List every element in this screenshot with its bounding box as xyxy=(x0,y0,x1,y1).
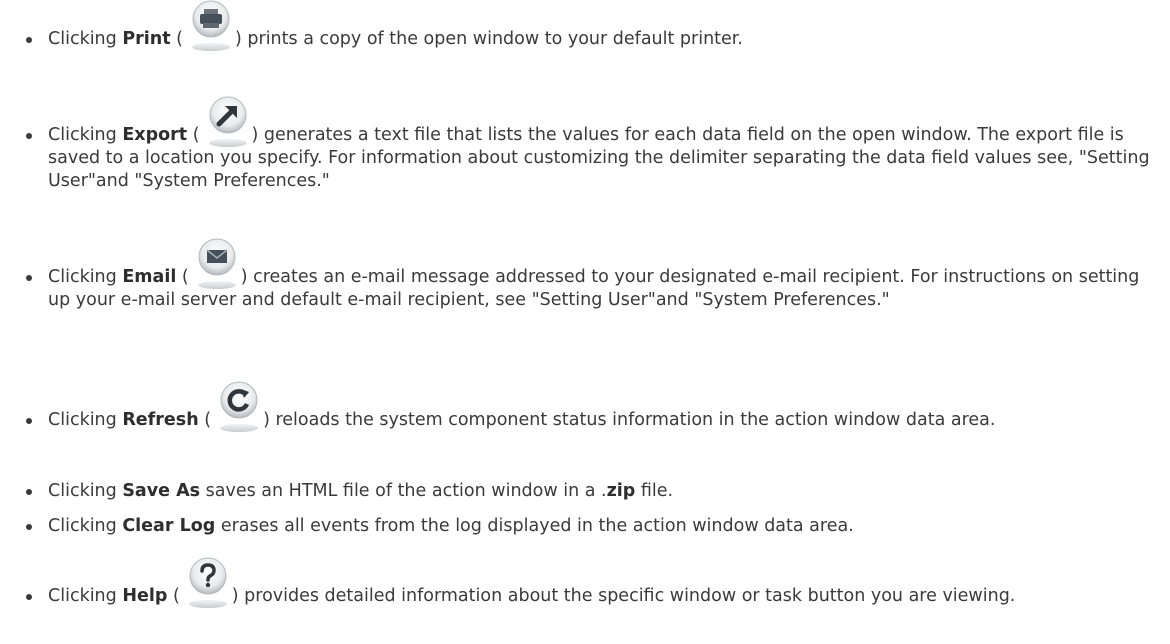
list-item-print: Clicking Print ( ) prints a copy of the … xyxy=(26,0,1166,51)
bullet xyxy=(26,133,32,139)
text: ( xyxy=(198,410,212,430)
refresh-icon xyxy=(220,381,259,432)
text: Clicking xyxy=(48,267,123,287)
list-item-text: Clicking Save As saves an HTML file of t… xyxy=(48,480,1166,503)
text: Clicking xyxy=(48,29,123,49)
text: saves an HTML file of the action window … xyxy=(200,481,607,501)
save-as-label: Save As xyxy=(122,481,201,501)
list-item-text: Clicking Export ( ) generates a text fil… xyxy=(48,96,1166,193)
text: Clicking xyxy=(48,516,123,536)
text: ( xyxy=(176,267,189,287)
text: erases all events from the log displayed… xyxy=(215,516,854,536)
help-label: Help xyxy=(122,586,168,606)
text: ( xyxy=(167,586,180,606)
list-item-text: Clicking Help ( ) provides detailed info… xyxy=(48,557,1166,608)
list-item-save-as: Clicking Save As saves an HTML file of t… xyxy=(26,480,1166,503)
text: Clicking xyxy=(48,586,123,606)
list-item-help: Clicking Help ( ) provides detailed info… xyxy=(26,557,1166,608)
text: Clicking xyxy=(48,481,123,501)
text: ) xyxy=(240,267,248,287)
text: Clicking xyxy=(48,125,123,145)
clear-log-label: Clear Log xyxy=(122,516,216,536)
list-item-text: Clicking Print ( ) prints a copy of the … xyxy=(48,0,1166,51)
list-item-export: Clicking Export ( ) generates a text fil… xyxy=(26,96,1166,193)
text: ) xyxy=(263,410,270,430)
list-item-clear-log: Clicking Clear Log erases all events fro… xyxy=(26,515,1166,538)
text: ( xyxy=(187,125,200,145)
envelope-icon xyxy=(197,238,236,289)
bullet xyxy=(26,37,32,43)
list-item-text: Clicking Clear Log erases all events fro… xyxy=(48,515,1166,538)
list-item-email: Clicking Email ( ) creates an e-mail mes… xyxy=(26,238,1166,312)
help-icon xyxy=(188,557,227,608)
text: Clicking xyxy=(48,410,123,430)
refresh-label: Refresh xyxy=(122,410,199,430)
email-label: Email xyxy=(122,267,177,287)
export-label: Export xyxy=(122,125,188,145)
bullet xyxy=(26,275,32,281)
list-item-text: Clicking Email ( ) creates an e-mail mes… xyxy=(48,238,1166,312)
print-label: Print xyxy=(122,29,171,49)
zip-label: zip xyxy=(606,481,636,501)
list-item-text: Clicking Refresh ( ) reloads the system … xyxy=(48,381,1166,432)
bullet xyxy=(26,418,32,424)
text: provides detailed information about the … xyxy=(238,586,1016,606)
export-arrow-icon xyxy=(208,96,247,147)
text: file. xyxy=(635,481,674,501)
text: ) xyxy=(231,586,239,606)
text: ) xyxy=(235,29,242,49)
list-item-refresh: Clicking Refresh ( ) reloads the system … xyxy=(26,381,1166,432)
bullet xyxy=(26,594,32,600)
text: ( xyxy=(170,29,183,49)
bullet xyxy=(26,489,32,495)
bullet xyxy=(26,524,32,530)
text: reloads the system component status info… xyxy=(269,410,996,430)
text: prints a copy of the open window to your… xyxy=(241,29,743,49)
printer-icon xyxy=(192,0,230,51)
